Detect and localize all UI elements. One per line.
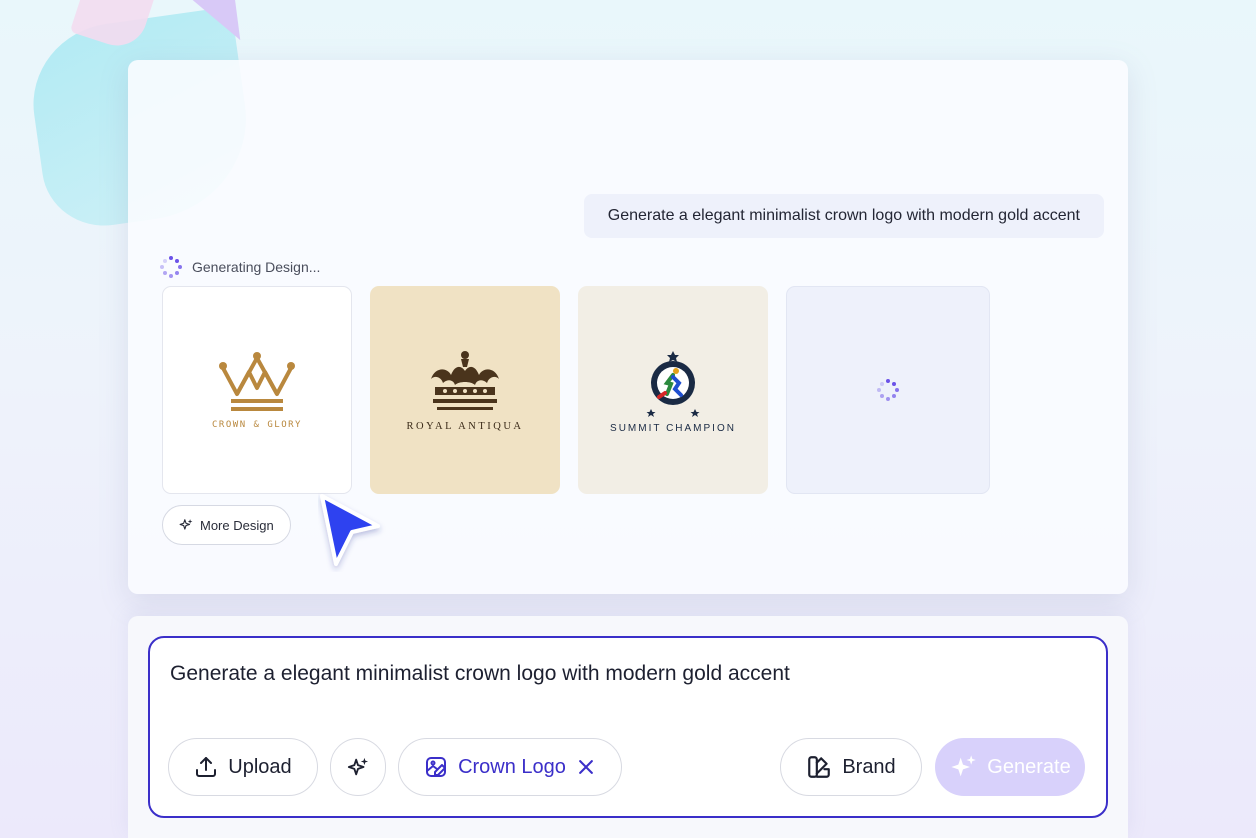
logo-name: SUMMIT CHAMPION — [610, 422, 736, 434]
upload-icon — [196, 757, 217, 777]
sparkles-icon — [347, 757, 369, 776]
generation-status: Generating Design... — [160, 256, 320, 278]
design-canvas-panel: Generate a elegant minimalist crown logo… — [128, 60, 1128, 594]
generate-label: Generate — [987, 755, 1071, 778]
status-text: Generating Design... — [192, 259, 321, 275]
prompt-input-box[interactable]: Generate a elegant minimalist crown logo… — [148, 636, 1108, 818]
upload-label: Upload — [228, 755, 292, 778]
brand-palette-icon — [808, 756, 831, 778]
sparkles-icon — [951, 755, 977, 777]
mouse-cursor-icon — [320, 494, 380, 566]
design-card-loading — [786, 286, 990, 494]
user-message-bubble: Generate a elegant minimalist crown logo… — [583, 194, 1104, 238]
logo-name: CROWN & GLORY — [212, 420, 302, 430]
close-icon[interactable] — [576, 757, 596, 777]
brand-label: Brand — [842, 755, 896, 778]
loading-spinner-icon — [877, 379, 899, 401]
design-results: CROWN & GLORY ROYAL ANTIQUA SUMMIT CHAMP… — [162, 286, 990, 494]
brand-button[interactable]: Brand — [780, 738, 922, 796]
upload-button[interactable]: Upload — [168, 738, 318, 796]
design-card-crown-glory[interactable]: CROWN & GLORY — [162, 286, 352, 494]
crown-logo-tag-label: Crown Logo — [458, 755, 566, 778]
image-edit-icon — [426, 757, 447, 777]
runner-badge-icon — [646, 350, 700, 417]
prompt-panel: Generate a elegant minimalist crown logo… — [128, 616, 1128, 838]
more-design-label: More Design — [200, 517, 274, 533]
design-card-royal-antiqua[interactable]: ROYAL ANTIQUA — [370, 286, 560, 494]
more-design-button[interactable]: More Design — [162, 505, 291, 545]
design-card-summit-champion[interactable]: SUMMIT CHAMPION — [578, 286, 768, 494]
generate-button[interactable]: Generate — [935, 738, 1085, 796]
sparkles-icon — [179, 519, 193, 530]
crown-logo-icon — [219, 352, 295, 411]
loading-spinner-icon — [160, 256, 182, 278]
logo-name: ROYAL ANTIQUA — [406, 420, 524, 432]
prompt-input[interactable]: Generate a elegant minimalist crown logo… — [170, 662, 790, 686]
ornate-crown-icon — [431, 350, 499, 410]
crown-logo-tag[interactable]: Crown Logo — [398, 738, 622, 796]
enhance-prompt-button[interactable] — [330, 738, 386, 796]
